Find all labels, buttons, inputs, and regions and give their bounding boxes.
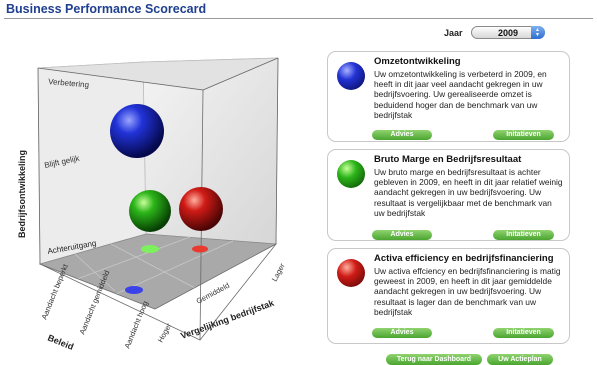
green-shadow xyxy=(141,245,159,253)
card-text: Uw activa effciency en bedrijfsfinancier… xyxy=(374,266,561,317)
year-select-value: 2009 xyxy=(498,28,519,38)
initiatieven-button[interactable]: Initatieven xyxy=(493,130,554,140)
select-arrows-icon: ▲ ▼ xyxy=(531,26,545,39)
cube-chart: Verbetering Blijft gelijk Achteruitgang … xyxy=(17,57,287,352)
advies-button[interactable]: Advies xyxy=(372,230,432,240)
initiatieven-button[interactable]: Initatieven xyxy=(493,230,554,240)
advies-button[interactable]: Advies xyxy=(372,328,432,338)
page-title: Business Performance Scorecard xyxy=(6,2,207,16)
year-label: Jaar xyxy=(444,28,463,38)
green-sphere xyxy=(129,190,171,232)
red-sphere xyxy=(179,187,223,231)
title-divider xyxy=(4,18,593,19)
benchmark-level-lager: Lager xyxy=(270,261,287,283)
red-shadow xyxy=(192,245,208,253)
axis-label-bedrijfsontwikkeling: Bedrijfsontwikkeling xyxy=(17,150,27,238)
blue-shadow xyxy=(125,286,143,294)
back-to-dashboard-button[interactable]: Terug naar Dashboard xyxy=(386,354,482,365)
green-orb-icon xyxy=(337,160,365,188)
blue-sphere xyxy=(110,104,164,158)
red-orb-icon xyxy=(337,259,365,287)
card-title: Activa efficiency en bedrijfsfinancierin… xyxy=(374,253,554,264)
card-activa-efficiency: Activa efficiency en bedrijfsfinancierin… xyxy=(327,248,570,344)
card-omzetontwikkeling: Omzetontwikkeling Uw omzetontwikkeling i… xyxy=(327,51,570,142)
card-title: Omzetontwikkeling xyxy=(374,56,461,67)
card-bruto-marge: Bruto Marge en Bedrijfsresultaat Uw brut… xyxy=(327,149,570,241)
policy-level-hoog: Aandacht hoog xyxy=(123,300,150,350)
initiatieven-button[interactable]: Initatieven xyxy=(493,328,554,338)
advies-button[interactable]: Advies xyxy=(372,130,432,140)
blue-orb-icon xyxy=(337,62,365,90)
card-text: Uw bruto marge en bedrijfsresultaat is a… xyxy=(374,167,563,218)
action-plan-button[interactable]: Uw Actieplan xyxy=(487,354,553,365)
card-text: Uw omzetontwikkeling is verbeterd in 200… xyxy=(374,69,547,120)
axis-label-beleid: Beleid xyxy=(46,333,75,352)
benchmark-level-hoger: Hoger xyxy=(156,321,174,344)
year-select[interactable]: 2009 ▲ ▼ xyxy=(471,26,545,39)
axis-label-vergelijking-bedrijfstak: Vergelijking bedrijfstak xyxy=(179,297,276,340)
card-title: Bruto Marge en Bedrijfsresultaat xyxy=(374,154,522,165)
